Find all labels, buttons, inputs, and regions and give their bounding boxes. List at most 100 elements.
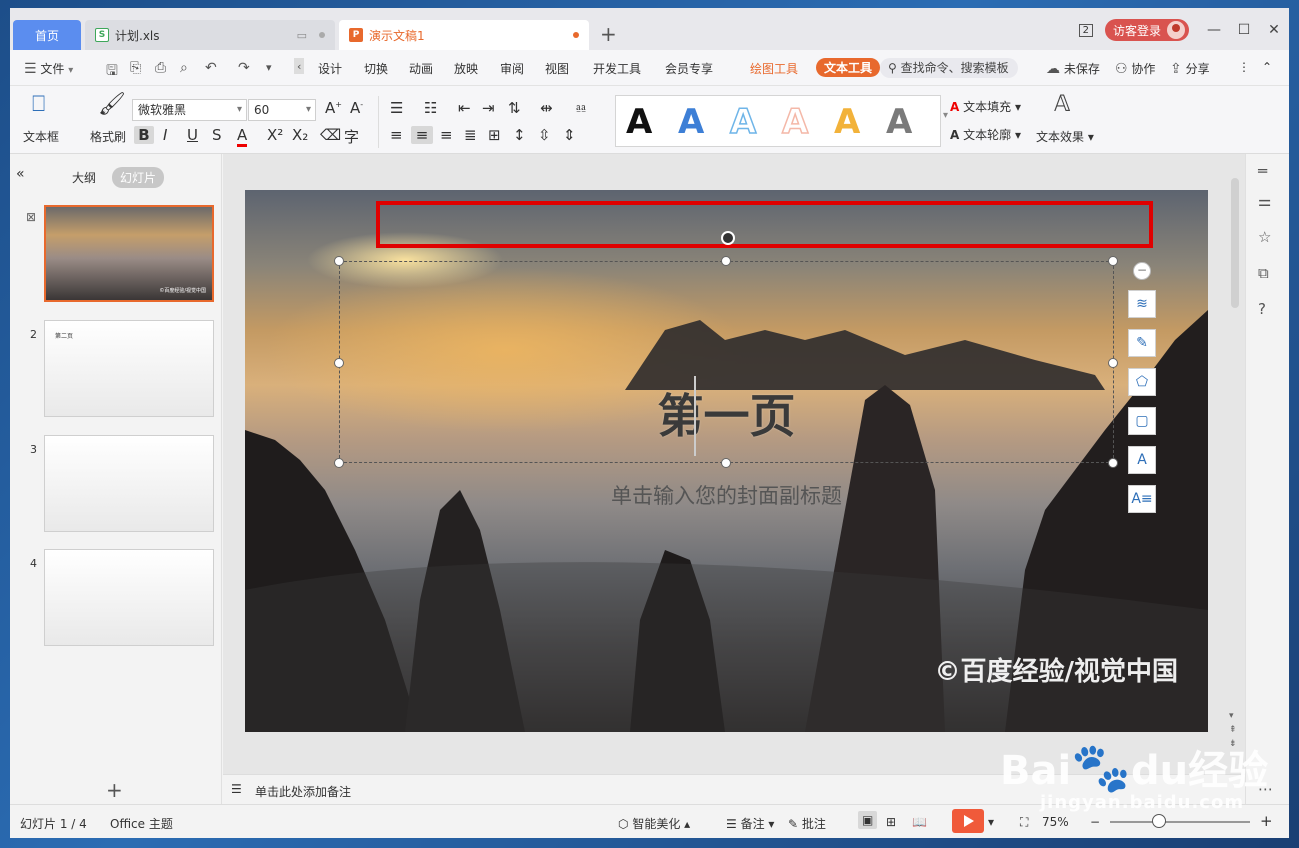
- resize-handle-b[interactable]: [721, 458, 731, 468]
- wordart-style-1[interactable]: A: [626, 100, 652, 144]
- vertical-scrollbar[interactable]: [1231, 178, 1239, 308]
- slides-switch-icon[interactable]: ⧉: [1258, 264, 1269, 282]
- comments-button[interactable]: ✎ 批注: [788, 815, 826, 832]
- save-icon[interactable]: 🖫: [106, 60, 118, 84]
- wordart-style-5[interactable]: A: [834, 100, 860, 144]
- increase-indent-icon[interactable]: ⇥: [482, 99, 495, 117]
- menu-slideshow[interactable]: 放映: [454, 60, 478, 77]
- rotate-handle[interactable]: [721, 231, 735, 245]
- border-icon[interactable]: ▢: [1128, 407, 1156, 435]
- play-options-icon[interactable]: ▾: [988, 815, 994, 829]
- zoom-level[interactable]: 75%: [1042, 815, 1069, 829]
- guest-login-button[interactable]: 访客登录: [1104, 19, 1189, 41]
- slide-sorter-icon[interactable]: ⊞: [886, 815, 896, 829]
- text-format-icon[interactable]: A≡: [1128, 485, 1156, 513]
- slide-thumb-1[interactable]: ©百度经验/视觉中国: [44, 205, 214, 302]
- export-icon[interactable]: ⎘: [130, 60, 141, 76]
- collapse-toolbar-icon[interactable]: −: [1133, 262, 1151, 280]
- close-button[interactable]: ✕: [1259, 22, 1289, 38]
- strikethrough-button[interactable]: S: [212, 126, 222, 144]
- align-left-icon[interactable]: ≡: [390, 126, 403, 144]
- preview-icon[interactable]: ⌕: [180, 60, 188, 76]
- star-icon[interactable]: ☆: [1258, 228, 1271, 246]
- tab-ppt[interactable]: P 演示文稿1: [339, 20, 589, 50]
- wordart-style-6[interactable]: A: [886, 100, 912, 144]
- wordart-style-3[interactable]: A: [729, 100, 757, 144]
- file-menu[interactable]: ☰ 文件 ▾: [24, 60, 73, 77]
- brush-icon[interactable]: ✎: [1128, 329, 1156, 357]
- window-count-badge[interactable]: 2: [1078, 23, 1093, 37]
- distribute-icon[interactable]: ⊞: [488, 126, 501, 144]
- font-color-icon[interactable]: A: [237, 126, 248, 147]
- slide-thumb-2[interactable]: 第二页: [44, 320, 214, 417]
- phonetic-icon[interactable]: 字: [344, 126, 359, 147]
- wordart-style-4[interactable]: A: [781, 100, 809, 144]
- unsaved-button[interactable]: ☁ 未保存: [1046, 60, 1100, 77]
- smart-beautify-button[interactable]: ⬡ 智能美化 ▴: [618, 815, 690, 832]
- shrink-font-icon[interactable]: A-: [350, 99, 363, 117]
- format-painter-icon[interactable]: 🖌: [98, 92, 126, 117]
- notes-placeholder[interactable]: 单击此处添加备注: [255, 783, 351, 800]
- resize-handle-tr[interactable]: [1108, 256, 1118, 266]
- wordart-style-2[interactable]: A: [678, 100, 704, 144]
- zoom-out-button[interactable]: −: [1090, 815, 1100, 829]
- spacing-options-icon[interactable]: ⇕: [563, 126, 576, 144]
- maximize-button[interactable]: ☐: [1229, 22, 1259, 38]
- subscript-icon[interactable]: X₂: [292, 126, 308, 144]
- bullets-icon[interactable]: ☰: [390, 99, 403, 117]
- share-button[interactable]: ⇪ 分享: [1170, 60, 1210, 77]
- slide-thumb-4[interactable]: [44, 549, 214, 646]
- notes-toggle-button[interactable]: ☰ 备注 ▾: [726, 815, 774, 832]
- print-icon[interactable]: ⎙: [155, 60, 166, 76]
- slide-subtitle[interactable]: 单击输入您的封面副标题: [339, 480, 1114, 510]
- menu-transition[interactable]: 切换: [364, 60, 388, 77]
- menu-review[interactable]: 审阅: [500, 60, 524, 77]
- text-fill-button[interactable]: A 文本填充 ▾: [950, 98, 1021, 115]
- paragraph-spacing-icon[interactable]: ⇳: [538, 126, 551, 144]
- monitor-icon[interactable]: ▭: [297, 29, 307, 42]
- tab-xls[interactable]: S 计划.xls ▭: [85, 20, 335, 50]
- align-center-icon[interactable]: ≡: [411, 126, 433, 144]
- font-name-select[interactable]: 微软雅黑: [132, 99, 247, 121]
- slide-thumb-3[interactable]: [44, 435, 214, 532]
- menu-member[interactable]: 会员专享: [665, 60, 713, 77]
- more-icon[interactable]: ⋮: [1238, 60, 1250, 74]
- layers-icon[interactable]: ≋: [1128, 290, 1156, 318]
- textbox-icon[interactable]: ⎕: [32, 92, 45, 117]
- text-outline-button[interactable]: A 文本轮廓 ▾: [950, 126, 1021, 143]
- underline-button[interactable]: U: [187, 126, 198, 144]
- bold-button[interactable]: B: [134, 126, 154, 144]
- customize-icon[interactable]: ▾: [266, 60, 272, 74]
- textbox-button[interactable]: 文本框: [23, 128, 59, 145]
- font-size-select[interactable]: 60: [248, 99, 316, 121]
- redo-icon[interactable]: ↷: [238, 60, 250, 76]
- collab-button[interactable]: ⚇ 协作: [1115, 60, 1155, 77]
- zoom-slider-knob[interactable]: [1152, 814, 1166, 828]
- tab-home[interactable]: 首页: [13, 20, 81, 50]
- line-spacing-icon[interactable]: ↕: [513, 126, 526, 144]
- grow-font-icon[interactable]: A+: [325, 99, 342, 117]
- menu-text-tools[interactable]: 文本工具: [816, 58, 881, 77]
- fit-window-icon[interactable]: ⛶: [1020, 815, 1028, 830]
- undo-icon[interactable]: ↶: [205, 60, 217, 76]
- resize-handle-r[interactable]: [1108, 358, 1118, 368]
- menu-drawing-tools[interactable]: 绘图工具: [750, 60, 798, 77]
- command-search[interactable]: ⚲ 查找命令、搜索模板: [880, 58, 1018, 78]
- collapse-pane-icon[interactable]: «: [16, 166, 25, 182]
- superscript-icon[interactable]: X²: [267, 126, 283, 144]
- menu-developer[interactable]: 开发工具: [593, 60, 641, 77]
- resize-handle-tl[interactable]: [334, 256, 344, 266]
- format-painter-button[interactable]: 格式刷: [90, 128, 126, 145]
- justify-icon[interactable]: ≣: [464, 126, 477, 144]
- resize-handle-l[interactable]: [334, 358, 344, 368]
- properties-icon[interactable]: ⚌: [1258, 192, 1271, 210]
- text-effect-button[interactable]: 文本效果 ▾: [1036, 128, 1094, 145]
- zoom-slider[interactable]: [1110, 821, 1250, 823]
- wordart-style-gallery[interactable]: A A A A A A: [615, 95, 941, 147]
- add-slide-button[interactable]: +: [106, 778, 123, 802]
- sort-icon[interactable]: ⇅: [508, 99, 521, 117]
- resize-handle-bl[interactable]: [334, 458, 344, 468]
- tab-slides[interactable]: 幻灯片: [112, 167, 165, 188]
- numbering-icon[interactable]: ☷: [424, 99, 437, 117]
- zoom-in-button[interactable]: +: [1260, 812, 1273, 830]
